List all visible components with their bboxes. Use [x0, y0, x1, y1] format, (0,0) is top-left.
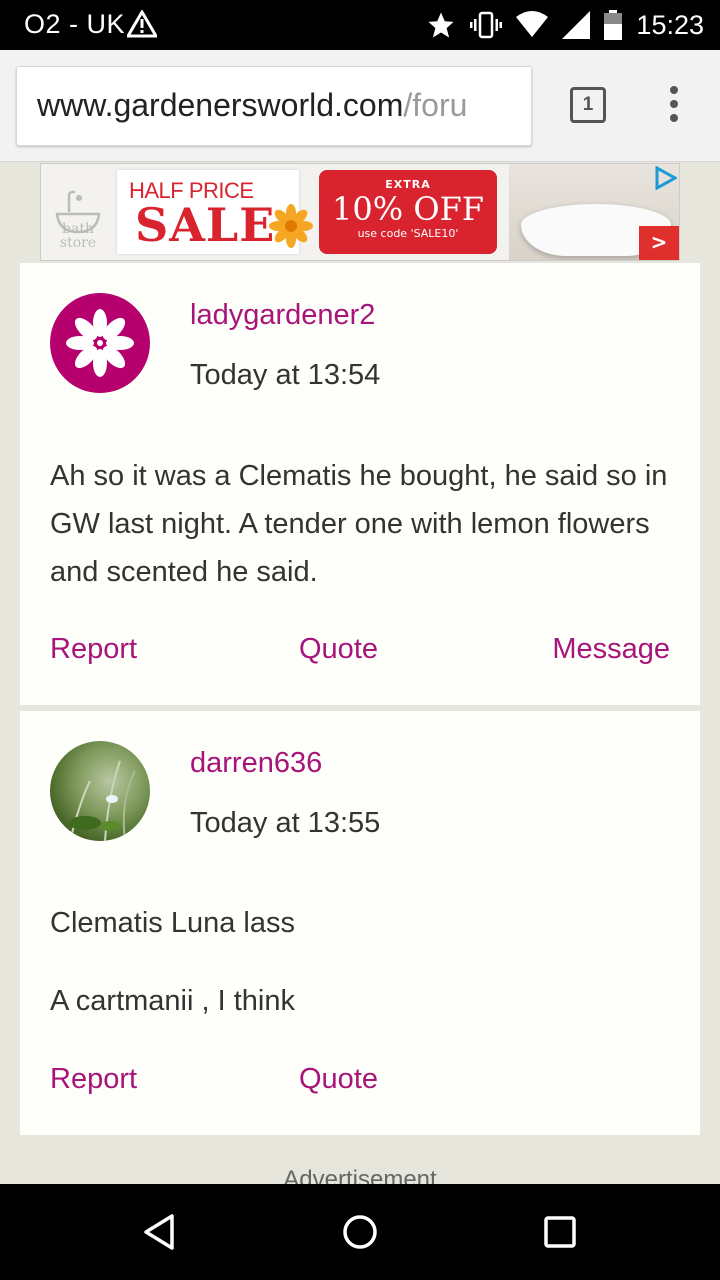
address-bar[interactable]: www.gardenersworld.com/foru: [16, 66, 532, 146]
back-icon[interactable]: [136, 1208, 184, 1256]
flower-avatar-icon: [66, 309, 134, 377]
post-body: Ah so it was a Clematis he bought, he sa…: [50, 460, 668, 588]
ad-arrow-button[interactable]: >: [639, 226, 679, 260]
post-body-line: Clematis Luna lass: [50, 907, 295, 939]
ad-banner[interactable]: bath store HALF PRICE SALE EXTRA 10% OFF…: [40, 163, 680, 261]
status-bar: O2 - UK 15:23: [0, 0, 720, 50]
post-timestamp: Today at 13:55: [190, 807, 381, 839]
system-nav-bar: [0, 1184, 720, 1280]
signal-icon: [562, 11, 591, 39]
ad-choices-icon[interactable]: [653, 166, 677, 190]
home-icon[interactable]: [336, 1208, 384, 1256]
ad-brand: bath store: [49, 222, 107, 250]
url-path: /foru: [403, 87, 468, 123]
ad-offer-box: EXTRA 10% OFF use code 'SALE10': [319, 170, 497, 254]
forum-post: darren636 Today at 13:55 Clematis Luna l…: [20, 711, 700, 1135]
ad-code: use code 'SALE10': [357, 227, 459, 240]
ad-brand-line2: store: [59, 235, 97, 251]
clock: 15:23: [636, 9, 704, 40]
avatar[interactable]: [50, 293, 150, 393]
flower-icon: [269, 204, 313, 248]
ad-brand-line1: bath: [62, 221, 94, 237]
wifi-icon: [516, 11, 549, 37]
recent-apps-icon[interactable]: [536, 1208, 584, 1256]
status-icons: 15:23: [426, 0, 704, 50]
url-text[interactable]: www.gardenersworld.com/foru: [37, 87, 467, 124]
message-link[interactable]: Message: [552, 633, 670, 666]
star-icon: [428, 12, 454, 38]
report-link[interactable]: Report: [50, 1063, 137, 1096]
warning-icon: [127, 10, 157, 38]
tab-switcher-button[interactable]: 1: [570, 87, 606, 123]
vibrate-icon: [470, 11, 503, 39]
quote-link[interactable]: Quote: [299, 1063, 378, 1096]
carrier-label: O2 - UK: [24, 9, 126, 39]
ad-sale: SALE: [135, 198, 276, 252]
url-domain: www.gardenersworld.com: [37, 87, 404, 123]
avatar[interactable]: [50, 741, 150, 841]
plant-photo-avatar: [69, 760, 136, 841]
ad-offer: 10% OFF: [332, 190, 484, 228]
battery-icon: [604, 10, 623, 40]
advertisement-label: Advertisement: [283, 1166, 437, 1186]
post-body-line: A cartmanii , I think: [50, 985, 295, 1017]
post-username[interactable]: ladygardener2: [190, 299, 375, 332]
post-timestamp: Today at 13:54: [190, 359, 381, 391]
more-vert-icon[interactable]: [664, 86, 684, 126]
report-link[interactable]: Report: [50, 633, 137, 666]
post-username[interactable]: darren636: [190, 747, 322, 780]
quote-link[interactable]: Quote: [299, 633, 378, 666]
forum-post: ladygardener2 Today at 13:54 Ah so it wa…: [20, 263, 700, 705]
browser-toolbar: www.gardenersworld.com/foru 1: [0, 50, 720, 162]
